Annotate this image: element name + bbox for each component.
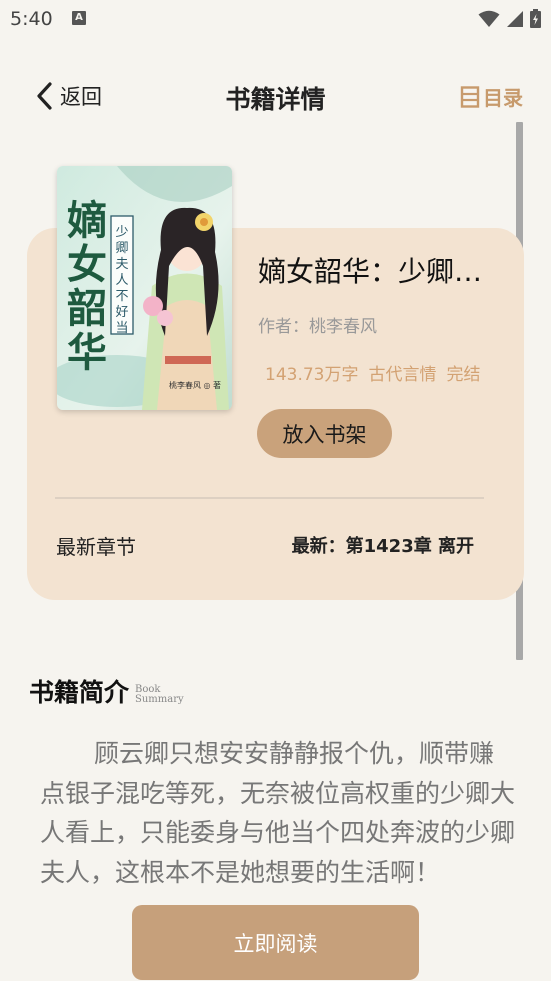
svg-text:当: 当: [115, 321, 128, 336]
word-count: 143.73万字: [265, 365, 359, 385]
read-now-button[interactable]: 立即阅读: [132, 905, 419, 980]
book-detail-screen: 5:40 A 返回 书籍详情 目录 少 卿 夫 人 不 好 当 嫡 女 韶 华 …: [0, 0, 551, 981]
book-meta: 143.73万字 古代言情 完结: [265, 360, 480, 385]
catalog-icon: [460, 85, 480, 108]
svg-text:不: 不: [115, 289, 128, 304]
book-genre: 古代言情: [368, 365, 437, 385]
status-icons: [478, 9, 541, 28]
toc-label: 目录: [483, 86, 523, 110]
svg-text:人: 人: [115, 273, 128, 288]
book-author: 作者：桃李春风: [258, 317, 377, 337]
notification-icon: A: [72, 11, 86, 25]
svg-text:桃李春风 ◎ 著: 桃李春风 ◎ 著: [169, 380, 221, 390]
summary-text: 顾云卿只想安安静静报个仇，顺带赚点银子混吃等死，无奈被位高权重的少卿大人看上，只…: [40, 739, 516, 887]
svg-text:卿: 卿: [115, 241, 128, 256]
svg-text:华: 华: [67, 329, 107, 376]
header: 返回 书籍详情 目录: [0, 68, 551, 124]
latest-chapter-label: 最新章节: [56, 535, 136, 559]
summary-subtitle-line2: Summary: [135, 694, 184, 705]
svg-text:夫: 夫: [115, 257, 128, 272]
svg-text:韶: 韶: [67, 285, 107, 332]
book-cover[interactable]: 少 卿 夫 人 不 好 当 嫡 女 韶 华 桃李春风 ◎ 著: [57, 166, 232, 410]
summary-heading: 书籍简介 Book Summary: [29, 673, 184, 709]
add-to-shelf-button[interactable]: 放入书架: [257, 409, 392, 458]
book-status: 完结: [446, 365, 481, 385]
status-bar: 5:40 A: [0, 0, 551, 40]
book-cover-art: 少 卿 夫 人 不 好 当 嫡 女 韶 华 桃李春风 ◎ 著: [57, 166, 232, 410]
signal-icon: [507, 10, 523, 27]
latest-chapter-link[interactable]: 最新：第1423章 离开: [292, 532, 474, 558]
svg-text:少: 少: [115, 225, 128, 240]
svg-text:女: 女: [67, 241, 107, 288]
toc-button[interactable]: 目录: [460, 82, 523, 111]
battery-icon: [530, 9, 541, 28]
summary-subtitle: Book Summary: [135, 685, 184, 709]
svg-text:嫡: 嫡: [67, 197, 107, 244]
book-title: 嫡女韶华：少卿夫人不好当: [258, 255, 498, 288]
status-time: 5:40: [10, 8, 53, 30]
card-divider: [55, 497, 484, 499]
wifi-icon: [478, 10, 500, 27]
summary-title: 书籍简介: [29, 678, 130, 707]
svg-text:好: 好: [115, 305, 128, 320]
